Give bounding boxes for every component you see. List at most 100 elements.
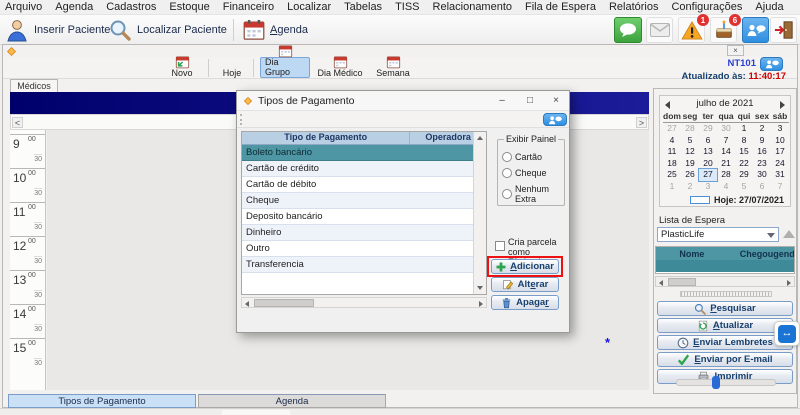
scroll-left-icon[interactable]: < xyxy=(12,117,23,128)
alterar-button[interactable]: Alterar xyxy=(491,277,559,292)
menu-item-tabelas[interactable]: Tabelas xyxy=(344,1,382,13)
scroll-right-icon[interactable] xyxy=(787,280,791,286)
calendar-day[interactable]: 30 xyxy=(753,169,771,181)
zoom-slider-handle[interactable] xyxy=(712,376,720,389)
calendar-day[interactable]: 13 xyxy=(699,146,717,158)
scroll-right-icon[interactable] xyxy=(479,301,483,307)
calendar-day[interactable]: 11 xyxy=(663,146,681,158)
exit-button[interactable] xyxy=(770,17,797,43)
calendar-day[interactable]: 5 xyxy=(735,181,753,193)
calendar-day[interactable]: 29 xyxy=(735,169,753,181)
scroll-down-icon[interactable] xyxy=(477,286,483,290)
calendar-day[interactable]: 15 xyxy=(735,146,753,158)
next-month-icon[interactable] xyxy=(780,101,785,109)
payment-type-row[interactable]: Transferencia xyxy=(242,257,473,273)
calendar-day[interactable]: 25 xyxy=(663,169,681,181)
atualizar-button[interactable]: Atualizar xyxy=(657,318,793,333)
calendar-day[interactable]: 18 xyxy=(663,158,681,170)
menu-item-relacionamento[interactable]: Relacionamento xyxy=(433,1,513,13)
menu-item-configurações[interactable]: Configurações xyxy=(671,1,742,13)
menu-item-cadastros[interactable]: Cadastros xyxy=(106,1,156,13)
adicionar-button[interactable]: Adicionar xyxy=(491,259,559,274)
calendar-day[interactable]: 28 xyxy=(717,169,735,181)
messages-button[interactable] xyxy=(742,17,769,43)
calendar-day[interactable]: 12 xyxy=(681,146,699,158)
calendar-day[interactable]: 2 xyxy=(753,123,771,135)
wait-list-hscrollbar[interactable] xyxy=(655,276,795,287)
radio-cartão[interactable]: Cartão xyxy=(502,152,564,162)
menu-item-arquivo[interactable]: Arquivo xyxy=(5,1,42,13)
menu-item-financeiro[interactable]: Financeiro xyxy=(223,1,274,13)
calendar-day[interactable]: 21 xyxy=(717,158,735,170)
menu-item-tiss[interactable]: TISS xyxy=(395,1,419,13)
calendar-day[interactable]: 26 xyxy=(681,169,699,181)
scroll-left-icon[interactable] xyxy=(245,301,249,307)
view-button-week[interactable]: Semana xyxy=(371,57,415,78)
calendar-day[interactable]: 29 xyxy=(699,123,717,135)
inner-window-close-button[interactable]: × xyxy=(727,45,744,56)
dialog-messages-button[interactable] xyxy=(543,113,567,126)
menu-item-ajuda[interactable]: Ajuda xyxy=(755,1,783,13)
scroll-right-icon[interactable]: > xyxy=(636,117,647,128)
view-button-today[interactable]: Hoje xyxy=(215,57,249,78)
calendar-day[interactable]: 24 xyxy=(771,158,789,170)
scroll-thumb[interactable] xyxy=(668,278,696,286)
calendar-day[interactable]: 23 xyxy=(753,158,771,170)
tab-medicos[interactable]: Médicos xyxy=(10,79,58,92)
calendar-day[interactable]: 19 xyxy=(681,158,699,170)
menu-item-localizar[interactable]: Localizar xyxy=(287,1,331,13)
calendar-day[interactable]: 4 xyxy=(663,135,681,147)
payment-type-row[interactable]: Cartão de débito xyxy=(242,177,473,193)
payment-type-row[interactable]: Dinheiro xyxy=(242,225,473,241)
column-header-tipo-de-pagamento[interactable]: Tipo de Pagamento xyxy=(242,132,410,144)
enviar-por-e-mail-button[interactable]: Enviar por E-mail xyxy=(657,352,793,367)
birthday-button[interactable]: 6 xyxy=(710,17,737,43)
scroll-up-icon[interactable] xyxy=(477,136,483,140)
insert-patient-button[interactable]: Inserir Paciente xyxy=(5,17,110,43)
panel-splitter[interactable] xyxy=(680,291,772,297)
zoom-slider-track[interactable] xyxy=(676,379,776,386)
collapse-up-icon[interactable] xyxy=(783,230,795,238)
payment-type-row[interactable]: Deposito bancário xyxy=(242,209,473,225)
calendar-day[interactable]: 27 xyxy=(663,123,681,135)
payment-type-row[interactable]: Cartão de crédito xyxy=(242,161,473,177)
radio-nenhum-extra[interactable]: Nenhum Extra xyxy=(502,184,564,204)
menu-item-estoque[interactable]: Estoque xyxy=(169,1,209,13)
calendar-day[interactable]: 14 xyxy=(717,146,735,158)
wait-list-select[interactable]: PlasticLife xyxy=(657,227,779,242)
calendar-day[interactable]: 10 xyxy=(771,135,789,147)
payment-type-row[interactable]: Outro xyxy=(242,241,473,257)
close-button[interactable]: × xyxy=(545,94,567,108)
calendar-day[interactable]: 4 xyxy=(717,181,735,193)
minimize-button[interactable]: – xyxy=(491,94,513,108)
mail-button[interactable] xyxy=(646,17,673,43)
menu-item-fila-de-espera[interactable]: Fila de Espera xyxy=(525,1,596,13)
calendar-day[interactable]: 22 xyxy=(735,158,753,170)
menu-item-agenda[interactable]: Agenda xyxy=(55,1,93,13)
locate-patient-button[interactable]: Localizar Paciente xyxy=(108,17,227,43)
alerts-button[interactable]: 1 xyxy=(678,17,705,43)
menu-item-relatórios[interactable]: Relatórios xyxy=(609,1,659,13)
calendar-day-selected[interactable]: 27 xyxy=(699,169,717,181)
calendar-days[interactable]: 2728293012345678910111213141516171819202… xyxy=(663,123,789,192)
maximize-button[interactable]: □ xyxy=(519,94,541,108)
calendar-day[interactable]: 20 xyxy=(699,158,717,170)
bottom-tab-tipos-de-pagamento[interactable]: Tipos de Pagamento xyxy=(8,394,196,408)
agenda-button[interactable]: Agenda xyxy=(243,17,308,43)
payment-type-row[interactable]: Boleto bancário xyxy=(242,145,473,161)
view-button-day-group[interactable]: Dia Grupo xyxy=(260,57,310,78)
scroll-left-icon[interactable] xyxy=(659,280,663,286)
calendar-day[interactable]: 2 xyxy=(681,181,699,193)
calendar-day[interactable]: 16 xyxy=(753,146,771,158)
chat-button[interactable] xyxy=(614,17,642,43)
table-hscrollbar[interactable] xyxy=(241,297,487,308)
calendar-day[interactable]: 9 xyxy=(753,135,771,147)
apagar-button[interactable]: Apagar xyxy=(491,295,559,310)
view-button-new[interactable]: Novo xyxy=(163,57,201,78)
calendar-day[interactable]: 6 xyxy=(753,181,771,193)
calendar-day[interactable]: 7 xyxy=(717,135,735,147)
calendar-day[interactable]: 6 xyxy=(699,135,717,147)
payment-type-row[interactable]: Cheque xyxy=(242,193,473,209)
view-button-day-doctor[interactable]: Dia Médico xyxy=(313,57,367,78)
remote-support-bubble[interactable]: ↔ xyxy=(774,321,800,346)
